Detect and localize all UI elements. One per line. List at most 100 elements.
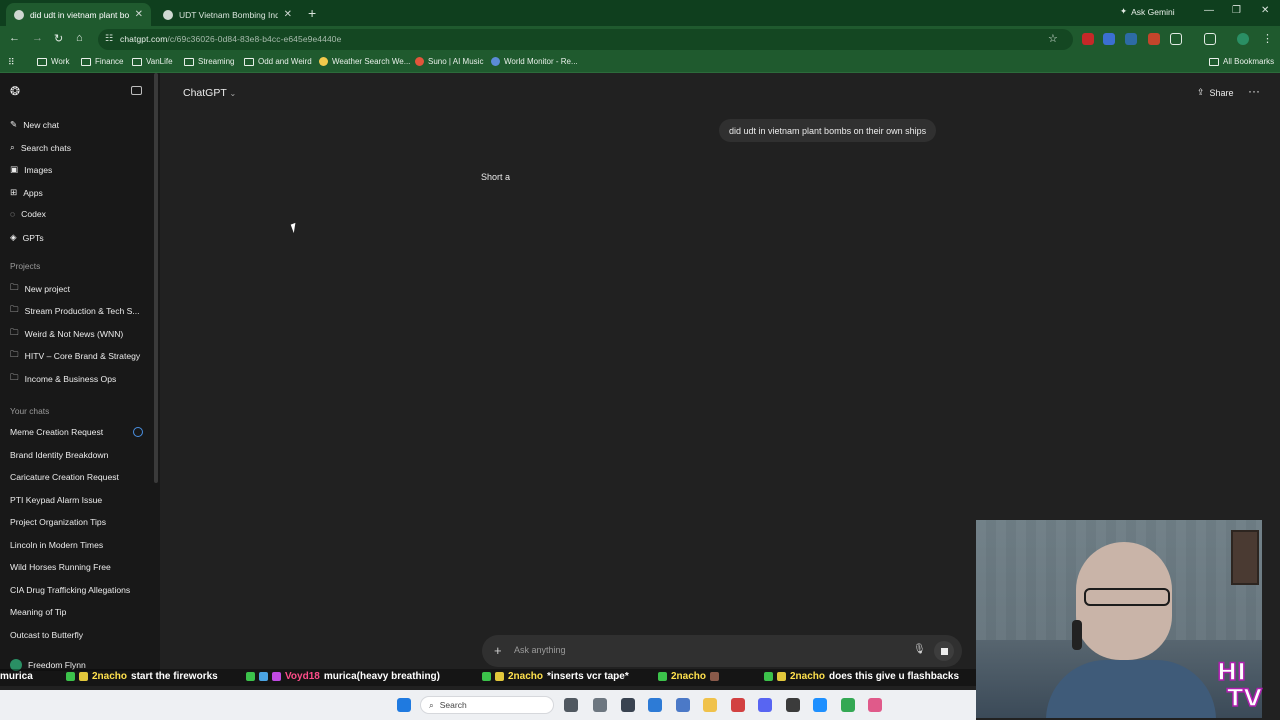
folder-icon: 🗀 bbox=[10, 349, 19, 359]
gemini-sparkle-icon: ✦ bbox=[1120, 6, 1128, 16]
forward-icon[interactable]: → bbox=[32, 32, 43, 44]
chat-item[interactable]: Wild Horses Running Free bbox=[10, 562, 111, 572]
app-icon[interactable] bbox=[813, 698, 827, 712]
sidebar-search-chats[interactable]: ⌕ Search chats bbox=[10, 142, 71, 153]
close-window-icon[interactable]: ✕ bbox=[1261, 5, 1269, 16]
plus-icon[interactable]: + bbox=[494, 643, 502, 658]
chat-item[interactable]: CIA Drug Trafficking Allegations bbox=[10, 585, 130, 595]
reload-icon[interactable]: ↻ bbox=[54, 32, 63, 45]
model-selector[interactable]: ChatGPT ⌄ bbox=[183, 87, 236, 99]
composer-input[interactable]: Ask anything bbox=[514, 645, 566, 655]
extensions-puzzle-icon[interactable] bbox=[1170, 33, 1182, 45]
composer[interactable]: + Ask anything 🎙 bbox=[482, 635, 962, 667]
emote-icon bbox=[710, 672, 720, 681]
close-sidebar-icon[interactable] bbox=[131, 86, 142, 95]
more-options-icon[interactable]: ··· bbox=[1248, 84, 1260, 98]
close-tab-icon[interactable]: ✕ bbox=[284, 9, 292, 20]
bookmark-odd-and-weird[interactable]: Odd and Weird bbox=[244, 57, 312, 66]
chat-item[interactable]: Project Organization Tips bbox=[10, 517, 106, 527]
sidebar-project[interactable]: 🗀 Income & Business Ops bbox=[10, 372, 116, 386]
share-button[interactable]: ⇪ Share bbox=[1197, 87, 1234, 98]
folder-icon bbox=[81, 57, 91, 66]
chrome-icon[interactable] bbox=[841, 698, 855, 712]
bookmark-star-icon[interactable]: ☆ bbox=[1048, 32, 1058, 45]
sidebar-gpts[interactable]: ◈ GPTs bbox=[10, 232, 44, 243]
home-icon[interactable]: ⌂ bbox=[76, 32, 83, 44]
side-panel-icon[interactable] bbox=[1204, 33, 1216, 45]
bookmark-streaming[interactable]: Streaming bbox=[184, 57, 234, 66]
picture-frame bbox=[1231, 530, 1259, 585]
tab-inactive[interactable]: UDT Vietnam Bombing Inquiry ✕ bbox=[155, 3, 300, 26]
sidebar-new-chat[interactable]: ✎ New chat bbox=[10, 119, 59, 130]
stop-generating-button[interactable] bbox=[934, 641, 954, 661]
chat-ticker-item: 2nacho does this give u flashbacks bbox=[764, 671, 959, 682]
translate-extension-icon[interactable] bbox=[1103, 33, 1115, 45]
sidebar-project[interactable]: 🗀 Weird & Not News (WNN) bbox=[10, 327, 123, 341]
bookmark-finance[interactable]: Finance bbox=[81, 57, 123, 66]
chatgpt-favicon-icon bbox=[163, 9, 173, 20]
chat-item[interactable]: Meme Creation Request bbox=[10, 427, 103, 437]
sidebar-apps[interactable]: ⊞ Apps bbox=[10, 187, 43, 198]
windows-taskbar: ⌕ Search bbox=[0, 690, 976, 720]
restore-icon[interactable]: ❐ bbox=[1232, 5, 1241, 16]
sidebar-images[interactable]: ▣ Images bbox=[10, 164, 52, 175]
file-explorer-icon[interactable] bbox=[703, 698, 717, 712]
badge-icon bbox=[79, 672, 88, 681]
bookmark-work[interactable]: Work bbox=[37, 57, 70, 66]
task-view-icon[interactable] bbox=[564, 698, 578, 712]
badge-icon bbox=[482, 672, 491, 681]
close-tab-icon[interactable]: ✕ bbox=[135, 9, 143, 20]
hitv-logo: HI TV bbox=[1216, 657, 1262, 713]
taskbar-search[interactable]: ⌕ Search bbox=[420, 696, 554, 714]
microphone-icon[interactable]: 🎙 bbox=[913, 644, 926, 655]
weather-icon bbox=[319, 57, 328, 66]
profile-avatar[interactable] bbox=[1237, 33, 1249, 45]
bookmark-weather[interactable]: Weather Search We... bbox=[319, 57, 410, 66]
badge-icon bbox=[66, 672, 75, 681]
extension-icon[interactable] bbox=[1125, 33, 1137, 45]
headset bbox=[1072, 620, 1082, 650]
windows-start-icon[interactable] bbox=[397, 698, 411, 712]
settings-icon[interactable] bbox=[593, 698, 607, 712]
site-info-icon[interactable]: ☷ bbox=[105, 33, 113, 44]
chat-item[interactable]: Lincoln in Modern Times bbox=[10, 540, 103, 550]
tab-active[interactable]: did udt in vietnam plant bomb ✕ bbox=[6, 3, 151, 26]
apps-grid-icon[interactable]: ⠿ bbox=[8, 57, 15, 68]
sidebar-new-project[interactable]: 🗀 New project bbox=[10, 282, 70, 296]
all-bookmarks[interactable]: All Bookmarks bbox=[1209, 57, 1274, 66]
app-icon[interactable] bbox=[621, 698, 635, 712]
back-icon[interactable]: ← bbox=[9, 32, 20, 44]
browser-menu-icon[interactable]: ⋮ bbox=[1262, 32, 1273, 45]
address-bar[interactable]: ☷ chatgpt.com/c/69c36026-0d84-83e8-b4cc-… bbox=[98, 29, 1073, 50]
chat-item[interactable]: Meaning of Tip bbox=[10, 607, 66, 617]
sidebar-project[interactable]: 🗀 Stream Production & Tech S... bbox=[10, 304, 140, 318]
bookmark-suno[interactable]: Suno | AI Music bbox=[415, 57, 483, 66]
badge-icon bbox=[272, 672, 281, 681]
chatgpt-icon[interactable] bbox=[786, 698, 800, 712]
app-icon[interactable] bbox=[731, 698, 745, 712]
minimize-icon[interactable]: — bbox=[1204, 5, 1214, 16]
sidebar-codex[interactable]: ◌ Codex bbox=[10, 209, 46, 219]
new-tab-icon[interactable]: + bbox=[308, 5, 316, 21]
extension-icon[interactable] bbox=[1082, 33, 1094, 45]
chat-item[interactable]: Brand Identity Breakdown bbox=[10, 450, 108, 460]
assistant-response: Short a bbox=[481, 172, 511, 182]
chat-item[interactable]: Outcast to Butterfly bbox=[10, 630, 83, 640]
loading-indicator-icon bbox=[133, 427, 143, 437]
bookmark-vanlife[interactable]: VanLife bbox=[132, 57, 173, 66]
chat-item[interactable]: Caricature Creation Request bbox=[10, 472, 119, 482]
app-icon[interactable] bbox=[868, 698, 882, 712]
image-icon: ▣ bbox=[10, 164, 19, 174]
sidebar-project[interactable]: 🗀 HITV – Core Brand & Strategy bbox=[10, 349, 140, 363]
bookmark-world-monitor[interactable]: World Monitor - Re... bbox=[491, 57, 578, 66]
url-text: chatgpt.com/c/69c36026-0d84-83e8-b4cc-e6… bbox=[120, 34, 342, 44]
extension-icon[interactable] bbox=[1148, 33, 1160, 45]
calculator-icon[interactable] bbox=[676, 698, 690, 712]
openai-logo-icon[interactable]: ❂ bbox=[10, 84, 20, 98]
sidebar-scrollbar[interactable] bbox=[154, 73, 158, 483]
ask-gemini-button[interactable]: ✦ Ask Gemini bbox=[1120, 6, 1175, 17]
discord-icon[interactable] bbox=[758, 698, 772, 712]
app-icon[interactable] bbox=[648, 698, 662, 712]
chat-item[interactable]: PTI Keypad Alarm Issue bbox=[10, 495, 102, 505]
badge-icon bbox=[777, 672, 786, 681]
